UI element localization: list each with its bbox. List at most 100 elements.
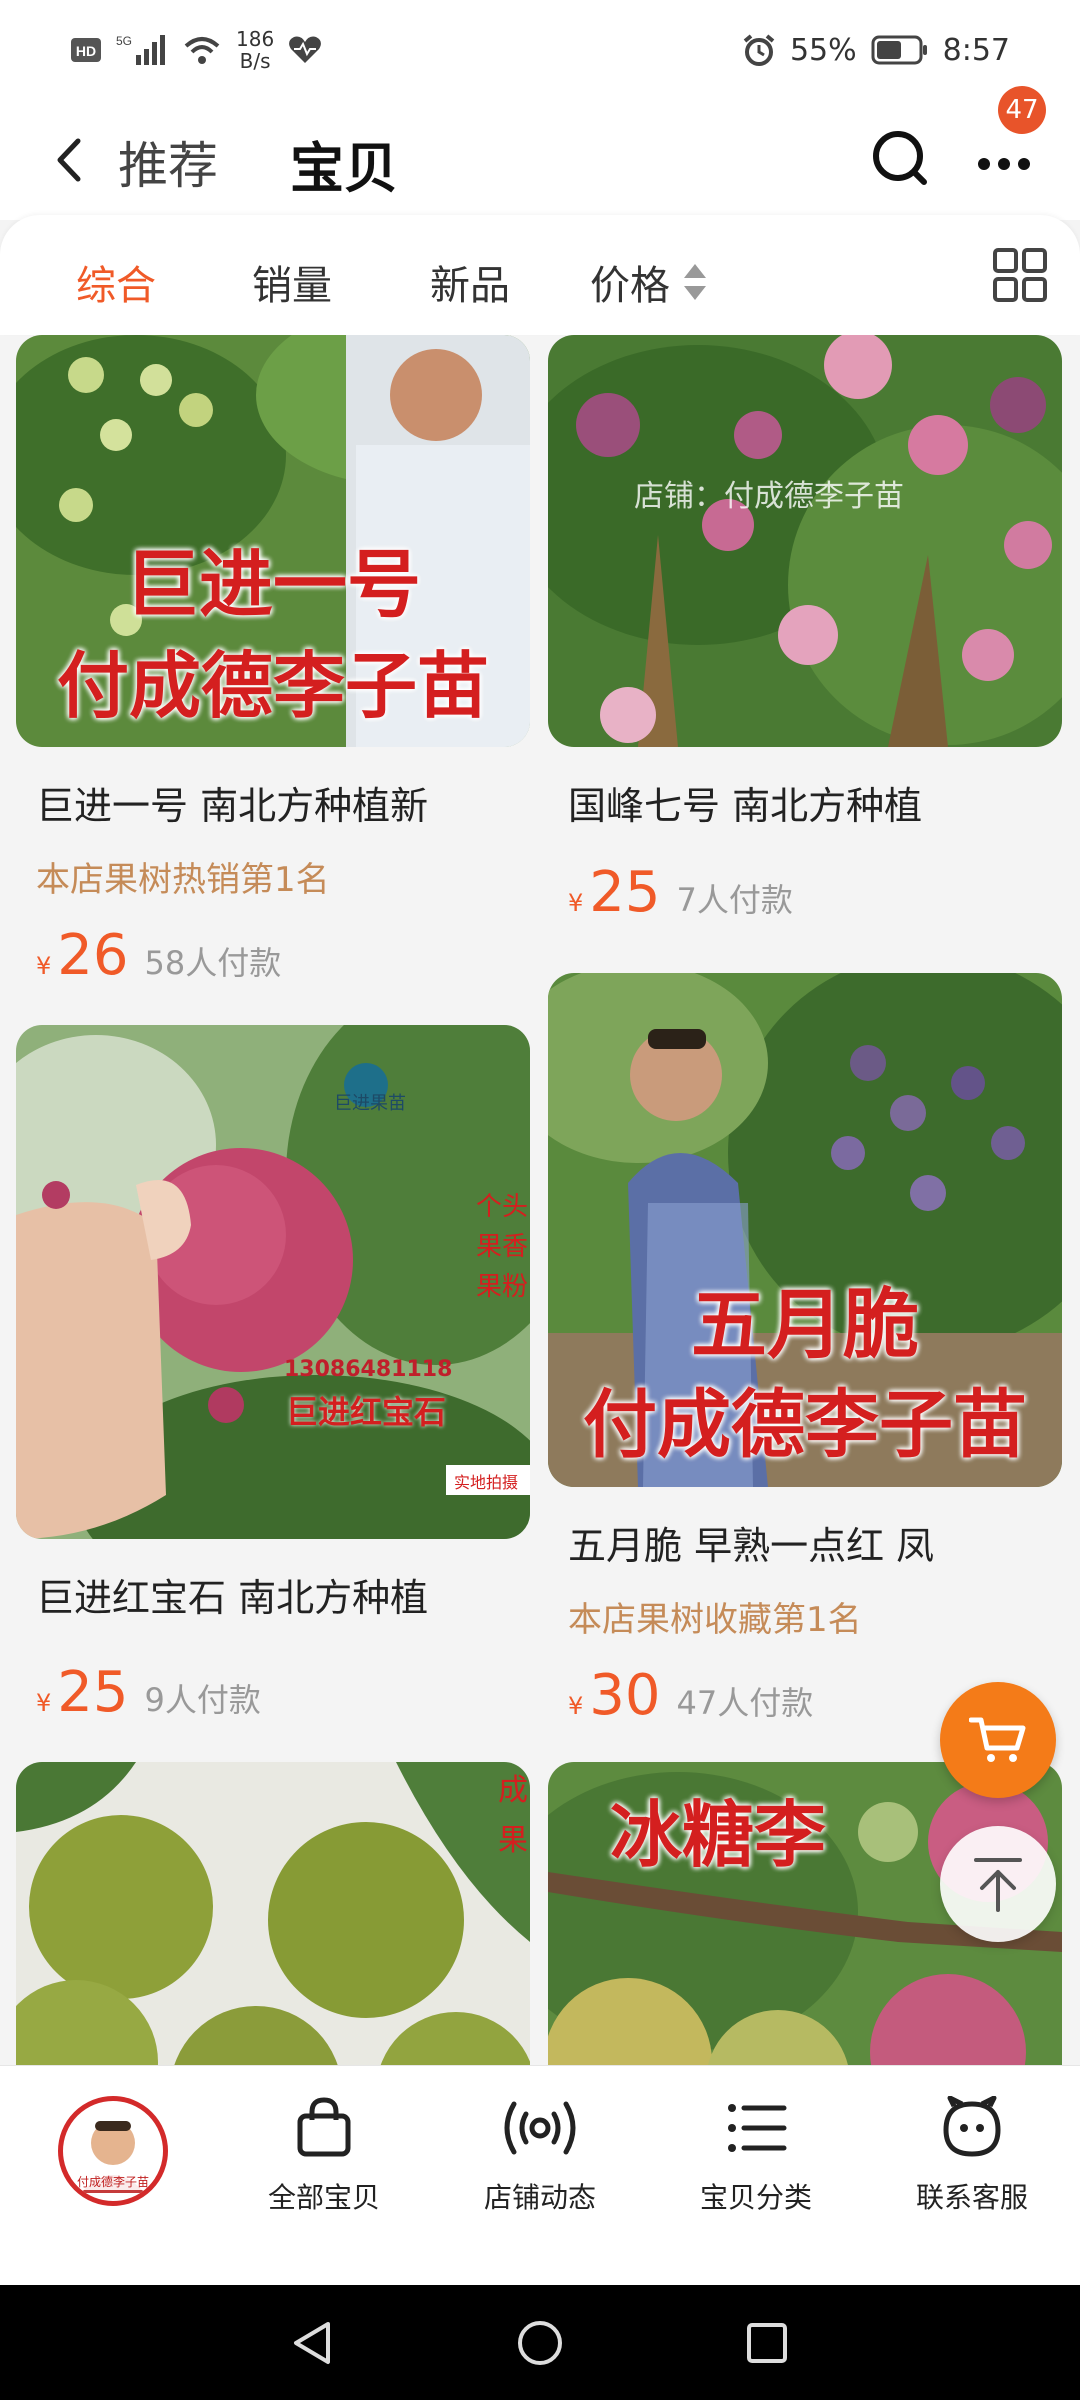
sort-sales[interactable]: 销量	[252, 253, 332, 311]
5g-signal-icon: 5G	[116, 34, 165, 65]
status-left: HD 5G 186 B/s	[70, 28, 322, 72]
image-caption-line1: 冰糖李	[609, 1793, 826, 1877]
cart-icon	[969, 1717, 1026, 1762]
shop-logo[interactable]: 付成德李子苗	[58, 2096, 168, 2206]
alarm-icon	[743, 34, 775, 66]
battery-icon	[871, 35, 927, 65]
image-side-line: 果	[498, 1823, 528, 1858]
product-price: 30	[589, 1663, 661, 1728]
heart-monitor-icon	[289, 36, 322, 63]
arrow-up-icon	[974, 1858, 1022, 1912]
tab-contact[interactable]: 联系客服	[872, 2096, 1072, 2216]
message-badge: 47	[998, 86, 1046, 134]
image-caption-line1: 五月脆	[691, 1280, 919, 1369]
currency-symbol: ¥	[36, 952, 52, 980]
clock: 8:57	[942, 32, 1010, 68]
product-card[interactable]: 巨进一号 付成德李子苗 巨进一号 南北方种植新 本店果树热销第1名 ¥ 26 5…	[16, 335, 530, 988]
nav-recents-icon[interactable]	[742, 2318, 792, 2368]
svg-text:5G: 5G	[116, 34, 132, 48]
cart-button[interactable]	[940, 1682, 1056, 1798]
image-side-text: 成 果	[498, 1766, 528, 1866]
image-side-line: 个头	[476, 1192, 529, 1222]
battery-percent: 55%	[789, 32, 857, 68]
tab-all-items[interactable]: 全部宝贝	[224, 2096, 424, 2216]
back-button[interactable]	[40, 130, 100, 190]
product-image: 巨进一号 付成德李子苗	[16, 335, 530, 747]
sold-count: 9人付款	[144, 1681, 261, 1719]
grid-view-icon[interactable]	[992, 247, 1048, 303]
search-icon	[873, 131, 927, 185]
image-corner-text: 实地拍摄	[454, 1473, 519, 1492]
product-title: 五月脆 早熟一点红 凤	[568, 1524, 935, 1568]
hd-icon: HD	[71, 38, 101, 62]
customer-service-icon	[943, 2096, 1001, 2157]
net-speed: 186 B/s	[236, 28, 274, 72]
search-button[interactable]	[862, 120, 938, 196]
list-icon	[728, 2104, 787, 2152]
more-dots-icon	[978, 158, 1030, 170]
tab-all-items-label: 全部宝贝	[267, 2181, 380, 2214]
nav-back-icon[interactable]	[288, 2318, 338, 2368]
product-title: 巨进一号 南北方种植新	[36, 784, 429, 828]
product-card[interactable]: 店铺：付成德李子苗 国峰七号 南北方种植 ¥ 25 7人付款	[548, 335, 1062, 925]
image-watermark: 店铺：付成德李子苗	[634, 479, 904, 514]
sold-count: 58人付款	[144, 944, 282, 982]
net-speed-unit: B/s	[239, 49, 271, 73]
product-image: 五月脆 付成德李子苗	[548, 973, 1062, 1487]
tab-shop-news-label: 店铺动态	[483, 2181, 596, 2214]
status-bar: HD 5G 186 B/s 55% 8:57	[0, 0, 1080, 100]
tab-categories[interactable]: 宝贝分类	[656, 2096, 856, 2216]
top-nav: 推荐 宝贝 47	[0, 86, 1080, 220]
image-logo-text: 巨进果苗	[334, 1093, 406, 1114]
sort-new[interactable]: 新品	[430, 253, 510, 311]
tab-items[interactable]: 宝贝	[290, 124, 398, 203]
sort-arrows-icon	[684, 264, 706, 300]
product-title: 国峰七号 南北方种植	[568, 784, 923, 828]
image-side-line: 成	[498, 1773, 528, 1808]
price-row: ¥ 26 58人付款	[36, 923, 530, 988]
image-side-line: 果粉	[476, 1272, 529, 1302]
tab-recommend[interactable]: 推荐	[118, 126, 218, 198]
shopping-bag-icon	[297, 2097, 351, 2157]
svg-text:HD: HD	[76, 43, 96, 59]
sort-price-label: 价格	[590, 263, 670, 309]
price-row: ¥ 25 7人付款	[568, 860, 1062, 925]
sort-bar: 综合 销量 新品 价格	[0, 215, 1080, 335]
broadcast-icon	[504, 2101, 576, 2155]
tab-shop-news[interactable]: 店铺动态	[440, 2096, 640, 2216]
product-price: 25	[589, 860, 661, 925]
product-image: 店铺：付成德李子苗	[548, 335, 1062, 747]
image-caption-line2: 付成德李子苗	[583, 1382, 1027, 1468]
product-price: 26	[57, 923, 129, 988]
product-card[interactable]: 13086481118 成 果	[16, 1762, 530, 2065]
product-image: 巨进果苗 13086481118 巨进红宝石 个头 果香 果粉 实地拍摄	[16, 1025, 530, 1539]
image-phone: 13086481118	[284, 1357, 453, 1382]
sort-overall[interactable]: 综合	[76, 253, 156, 311]
sold-count: 7人付款	[676, 881, 793, 919]
status-right: 55% 8:57	[742, 33, 1010, 68]
product-price: 25	[57, 1660, 129, 1725]
price-row: ¥ 25 9人付款	[36, 1660, 530, 1725]
nav-home-icon[interactable]	[515, 2318, 565, 2368]
currency-symbol: ¥	[36, 1689, 52, 1717]
product-image: 13086481118 成 果	[16, 1762, 530, 2065]
chevron-left-icon	[57, 138, 81, 182]
tab-contact-label: 联系客服	[915, 2181, 1028, 2214]
product-card[interactable]: 五月脆 付成德李子苗 五月脆 早熟一点红 凤 本店果树收藏第1名 ¥ 30 47…	[548, 973, 1062, 1728]
sort-price[interactable]: 价格	[590, 253, 708, 311]
wifi-icon	[184, 37, 220, 64]
product-card[interactable]: 巨进果苗 13086481118 巨进红宝石 个头 果香 果粉 实地拍摄 巨进红…	[16, 1025, 530, 1725]
image-caption: 巨进红宝石	[286, 1393, 447, 1431]
product-grid: 巨进一号 付成德李子苗 巨进一号 南北方种植新 本店果树热销第1名 ¥ 26 5…	[0, 335, 1080, 2065]
tab-categories-label: 宝贝分类	[699, 2181, 812, 2214]
currency-symbol: ¥	[568, 1692, 584, 1720]
net-speed-value: 186	[236, 27, 275, 51]
image-caption-line1: 巨进一号	[125, 542, 421, 628]
bottom-tab-bar: 付成德李子苗 全部宝贝 店铺动态 宝贝分类 联系客服	[0, 2065, 1080, 2285]
image-side-text: 个头 果香 果粉	[476, 1187, 528, 1307]
currency-symbol: ¥	[568, 889, 584, 917]
more-button[interactable]	[974, 130, 1034, 190]
back-to-top-button[interactable]	[940, 1826, 1056, 1942]
product-title: 巨进红宝石 南北方种植	[36, 1576, 429, 1620]
system-nav-bar	[0, 2285, 1080, 2400]
